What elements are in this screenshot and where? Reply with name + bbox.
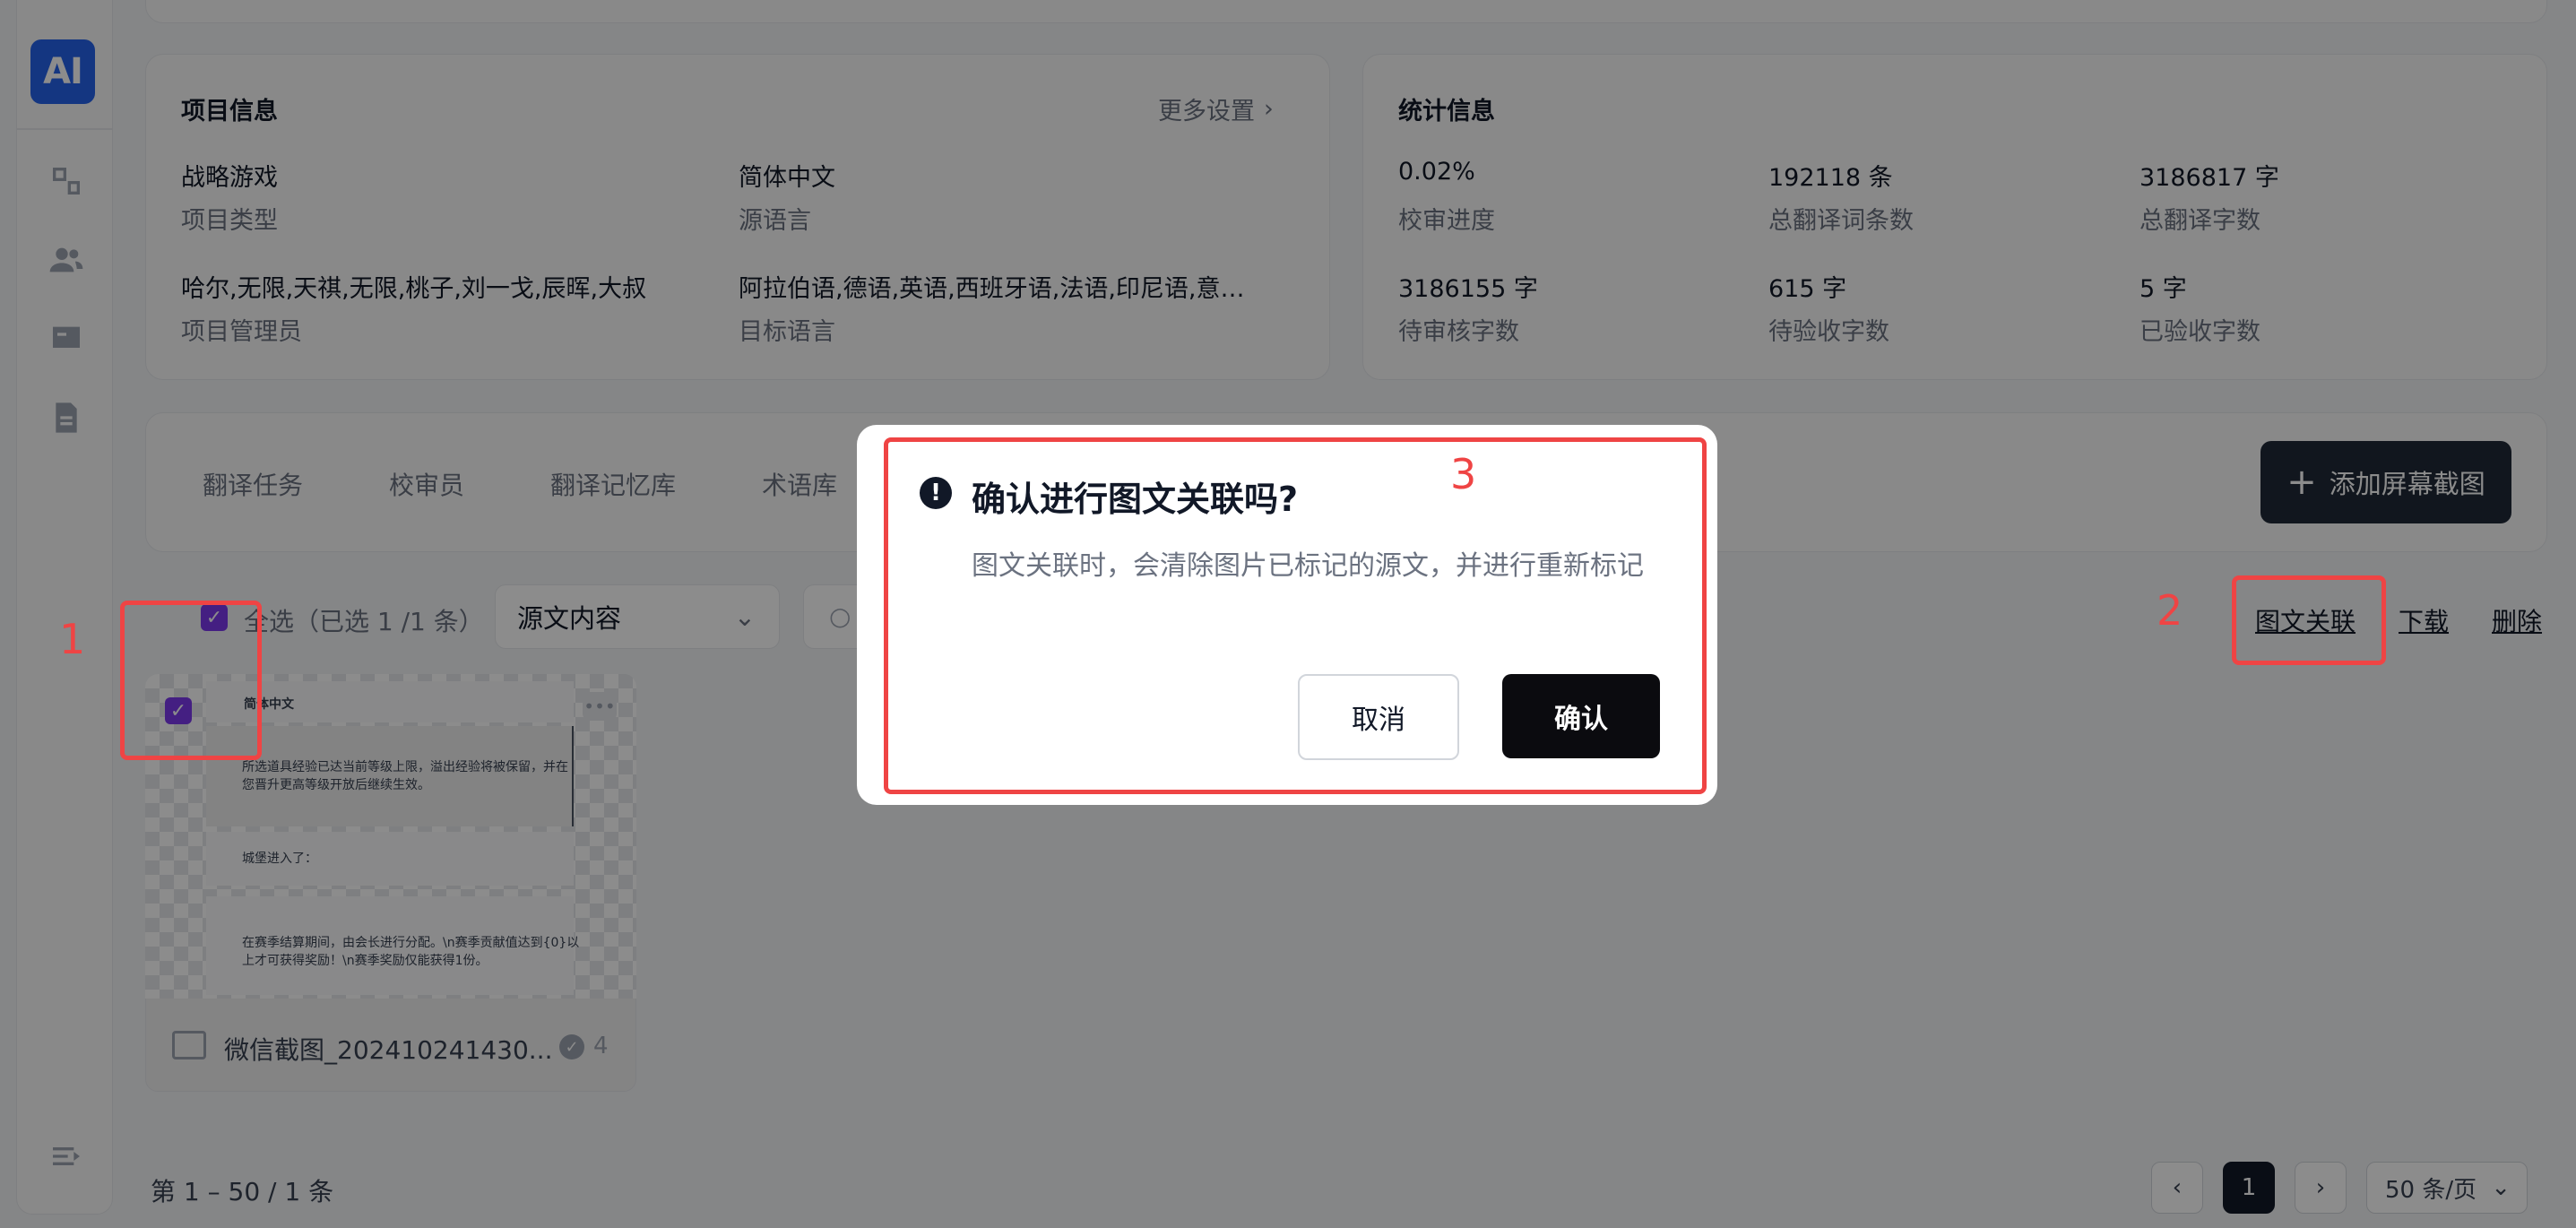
annotation-box-1 [120,601,262,760]
annotation-label-3: 3 [1450,450,1477,498]
annotation-label-1: 1 [59,615,86,663]
annotation-label-2: 2 [2157,586,2183,635]
annotation-box-2 [2232,575,2386,665]
annotation-box-3 [884,437,1707,794]
